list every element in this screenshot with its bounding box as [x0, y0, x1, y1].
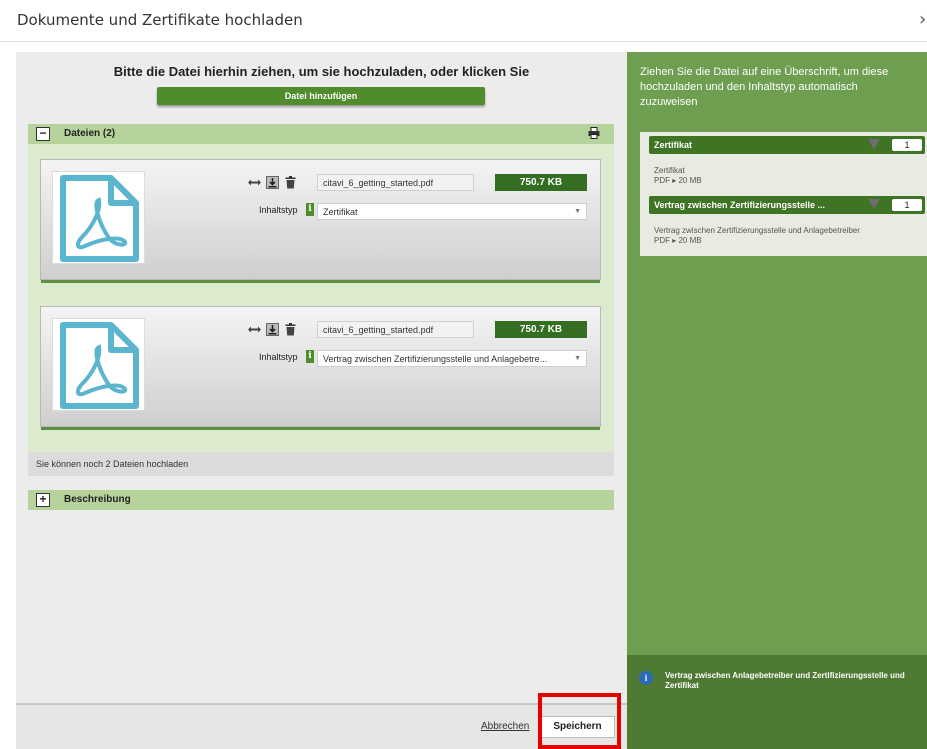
content-type-select[interactable]: Zertifikat ▼ — [317, 203, 587, 220]
trash-icon[interactable] — [284, 323, 297, 336]
description-section-header[interactable]: + Beschreibung — [28, 490, 614, 510]
dialog-title: Dokumente und Zertifikate hochladen — [17, 11, 303, 29]
download-icon[interactable] — [266, 176, 279, 189]
filter-icon[interactable] — [868, 199, 880, 209]
file-name-field[interactable]: citavi_6_getting_started.pdf — [317, 174, 474, 191]
files-section-label: Dateien (2) — [64, 128, 116, 139]
card-divider — [41, 427, 600, 430]
file-actions — [248, 176, 297, 189]
swap-arrows-icon[interactable] — [248, 323, 261, 336]
file-size-badge: 750.7 KB — [495, 321, 587, 338]
files-section-header[interactable]: − Dateien (2) — [28, 124, 614, 144]
category-title: Vertrag zwischen Zertifizierungsstelle .… — [654, 200, 826, 210]
file-size-badge: 750.7 KB — [495, 174, 587, 191]
print-icon[interactable] — [588, 127, 600, 139]
file-name-field[interactable]: citavi_6_getting_started.pdf — [317, 321, 474, 338]
card-divider — [41, 280, 600, 283]
drop-target-instructions: Ziehen Sie die Datei auf eine Überschrif… — [640, 66, 889, 108]
category-limits: PDF ▸ 20 MB — [654, 236, 702, 245]
content-type-panel: Ziehen Sie die Datei auf eine Überschrif… — [627, 52, 927, 749]
collapse-toggle[interactable]: − — [36, 127, 50, 141]
trash-icon[interactable] — [284, 176, 297, 189]
content-type-value: Vertrag zwischen Zertifizierungsstelle u… — [323, 354, 548, 364]
remaining-uploads-text: Sie können noch 2 Dateien hochladen — [28, 452, 614, 476]
category-vertrag[interactable]: Vertrag zwischen Zertifizierungsstelle .… — [649, 196, 925, 214]
content-type-select[interactable]: Vertrag zwischen Zertifizierungsstelle u… — [317, 350, 587, 367]
dialog-footer: Abbrechen Speichern — [16, 703, 627, 749]
category-desc-line: Zertifikat — [654, 166, 685, 175]
category-count: 1 — [892, 139, 922, 151]
category-title: Zertifikat — [654, 140, 693, 150]
category-description: Vertrag zwischen Zertifizierungsstelle u… — [654, 226, 860, 246]
category-zertifikat[interactable]: Zertifikat 1 — [649, 136, 925, 154]
chevron-down-icon: ▼ — [574, 208, 581, 215]
swap-arrows-icon[interactable] — [248, 176, 261, 189]
close-icon[interactable]: › — [919, 9, 926, 30]
pdf-file-icon — [52, 171, 145, 264]
dialog-header: Dokumente und Zertifikate hochladen › — [0, 0, 927, 42]
save-highlight — [538, 693, 621, 749]
content-type-label: Inhaltstyp — [259, 352, 298, 362]
category-description: Zertifikat PDF ▸ 20 MB — [654, 166, 702, 186]
pdf-file-icon — [52, 318, 145, 411]
download-icon[interactable] — [266, 323, 279, 336]
chevron-down-icon: ▼ — [574, 355, 581, 362]
drop-instructions: Bitte die Datei hierhin ziehen, um sie h… — [113, 64, 530, 79]
info-icon[interactable]: i — [306, 350, 314, 363]
upload-panel[interactable]: Bitte die Datei hierhin ziehen, um sie h… — [16, 52, 627, 703]
category-limits: PDF ▸ 20 MB — [654, 176, 702, 185]
category-count: 1 — [892, 199, 922, 211]
filter-icon[interactable] — [868, 139, 880, 149]
description-section-label: Beschreibung — [64, 494, 131, 505]
info-icon[interactable]: i — [306, 203, 314, 216]
files-list: citavi_6_getting_started.pdf 750.7 KB In… — [28, 144, 614, 452]
expand-toggle[interactable]: + — [36, 493, 50, 507]
person-info-icon: i — [639, 671, 653, 685]
content-type-list: Zertifikat 1 Zertifikat PDF ▸ 20 MB Vert… — [640, 132, 927, 256]
file-card: citavi_6_getting_started.pdf 750.7 KB In… — [40, 159, 601, 283]
info-footer: i Vertrag zwischen Anlagebetreiber und Z… — [627, 655, 927, 749]
cancel-link[interactable]: Abbrechen — [481, 721, 529, 732]
info-footer-text: Vertrag zwischen Anlagebetreiber und Zer… — [665, 671, 905, 690]
file-actions — [248, 323, 297, 336]
content-type-label: Inhaltstyp — [259, 205, 298, 215]
content-type-value: Zertifikat — [323, 207, 358, 217]
file-card: citavi_6_getting_started.pdf 750.7 KB In… — [40, 306, 601, 430]
category-desc-line: Vertrag zwischen Zertifizierungsstelle u… — [654, 226, 860, 235]
add-file-button[interactable]: Datei hinzufügen — [157, 87, 485, 105]
